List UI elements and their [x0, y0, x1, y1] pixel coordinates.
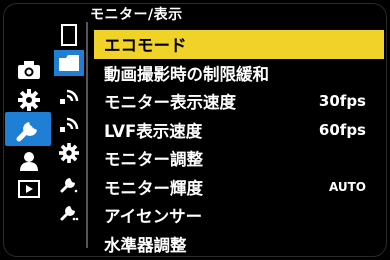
- menu-list: エコモード 動画撮影時の制限緩和 モニター表示速度 30fps LVF表示速度 …: [94, 30, 384, 258]
- menu-item-value: AUTO: [328, 179, 366, 194]
- menu-item-lvf-frame-rate[interactable]: LVF表示速度 60fps: [94, 116, 384, 145]
- menu-item-label: 動画撮影時の制限緩和: [104, 64, 269, 84]
- menu-item-value: 30fps: [318, 92, 366, 111]
- menu-item-label: モニター表示速度: [104, 93, 236, 113]
- menu-item-label: 水準器調整: [104, 235, 187, 255]
- folder-camera-icon: [59, 55, 79, 71]
- menu-item-label: LVF表示速度: [104, 121, 203, 141]
- camera-icon: [18, 61, 40, 79]
- menu-item-monitor-brightness[interactable]: モニター輝度 AUTO: [94, 173, 384, 202]
- sub-tab-wireless-1[interactable]: [54, 82, 84, 108]
- sub-tab-settings[interactable]: [54, 140, 84, 166]
- sub-tab-card[interactable]: [54, 22, 84, 48]
- menu-item-eco-mode[interactable]: エコモード: [94, 30, 384, 59]
- setup-menu-tab[interactable]: [5, 112, 51, 146]
- column-divider: [86, 22, 88, 248]
- wireless-icon: [60, 89, 79, 104]
- gear-icon: [18, 89, 40, 111]
- person-icon: [20, 152, 38, 171]
- wrench-icon: [16, 122, 37, 142]
- photo-menu-tab[interactable]: [11, 55, 47, 85]
- sub-tab-setup-2[interactable]: [54, 198, 84, 224]
- playback-menu-tab[interactable]: [11, 174, 47, 204]
- menu-item-eye-sensor[interactable]: アイセンサー: [94, 201, 384, 230]
- wrench-icon: [60, 178, 78, 193]
- menu-item-value: 60fps: [318, 120, 366, 139]
- my-menu-tab[interactable]: [11, 146, 47, 176]
- menu-item-label: エコモード: [104, 36, 187, 56]
- wireless-icon: [60, 117, 79, 132]
- menu-item-level-gauge-adjust[interactable]: 水準器調整: [94, 230, 384, 259]
- menu-item-monitor-frame-rate[interactable]: モニター表示速度 30fps: [94, 87, 384, 116]
- playback-icon: [18, 180, 40, 198]
- gear-icon: [59, 143, 79, 163]
- sub-tab-setup-1[interactable]: [54, 170, 84, 196]
- menu-item-label: モニター調整: [104, 150, 203, 170]
- menu-item-label: モニター輝度: [104, 178, 203, 198]
- menu-item-monitor-adjust[interactable]: モニター調整: [94, 144, 384, 173]
- custom-menu-tab[interactable]: [11, 85, 47, 115]
- page-title: モニター/表示: [90, 7, 183, 23]
- menu-item-label: アイセンサー: [104, 207, 203, 227]
- menu-item-video-limit-release[interactable]: 動画撮影時の制限緩和: [94, 59, 384, 88]
- wrench-icon: [60, 206, 79, 221]
- sub-tab-monitor[interactable]: [54, 50, 84, 76]
- sub-tab-wireless-2[interactable]: [54, 110, 84, 136]
- card-icon: [61, 24, 77, 46]
